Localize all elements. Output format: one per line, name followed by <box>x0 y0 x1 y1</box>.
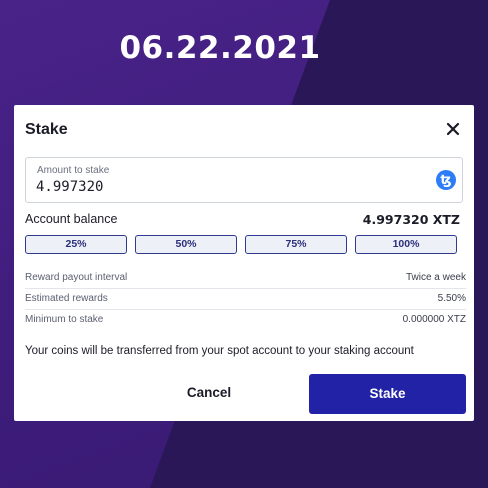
stake-dialog: Stake Amount to stake ꜩ Account balance … <box>14 105 474 421</box>
percent-buttons: 25% 50% 75% 100% <box>25 235 467 255</box>
amount-label: Amount to stake <box>37 165 110 176</box>
info-label: Reward payout interval <box>25 272 128 283</box>
stake-button[interactable]: Stake <box>309 374 466 414</box>
info-value: 0.000000 XTZ <box>402 314 466 325</box>
transfer-note: Your coins will be transferred from your… <box>25 345 414 357</box>
dialog-title: Stake <box>25 121 68 138</box>
close-icon[interactable] <box>444 120 462 138</box>
tezos-icon: ꜩ <box>436 170 456 190</box>
percent-25-button[interactable]: 25% <box>25 235 127 254</box>
info-row-payout-interval: Reward payout interval Twice a week <box>25 268 466 289</box>
info-row-minimum-stake: Minimum to stake 0.000000 XTZ <box>25 310 466 330</box>
percent-50-button[interactable]: 50% <box>135 235 237 254</box>
amount-field[interactable]: Amount to stake ꜩ <box>25 157 463 203</box>
info-label: Minimum to stake <box>25 314 104 325</box>
balance-value: 4.997320 XTZ <box>362 212 460 227</box>
percent-75-button[interactable]: 75% <box>245 235 347 254</box>
info-value: Twice a week <box>405 272 466 283</box>
info-row-estimated-rewards: Estimated rewards 5.50% <box>25 289 466 310</box>
balance-label: Account balance <box>25 212 118 226</box>
percent-100-button[interactable]: 100% <box>355 235 457 254</box>
info-label: Estimated rewards <box>25 293 108 304</box>
cancel-button[interactable]: Cancel <box>154 375 264 411</box>
info-value: 5.50% <box>437 293 466 304</box>
amount-input[interactable] <box>36 179 416 195</box>
date-overlay: 06.22.2021 <box>119 30 321 66</box>
